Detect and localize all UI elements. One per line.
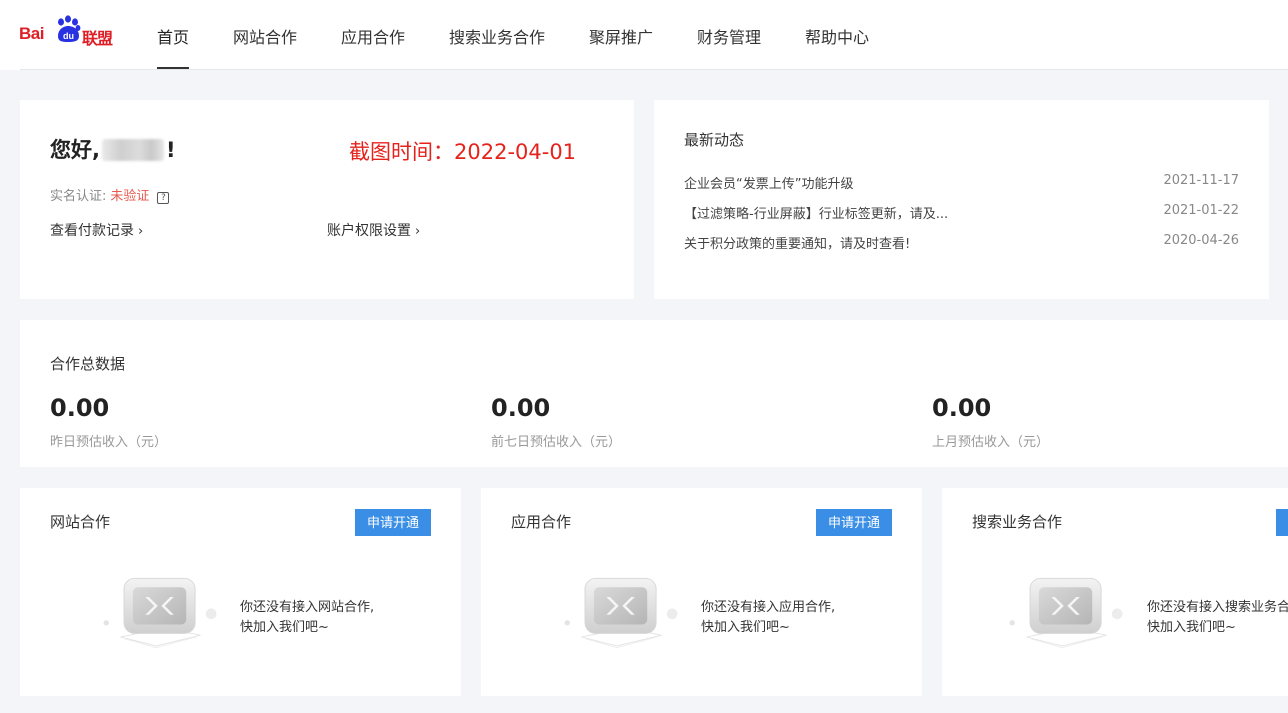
nav-item-home[interactable]: 首页	[157, 24, 189, 48]
empty-state-text: 你还没有接入应用合作, 快加入我们吧~	[701, 598, 835, 638]
logo-paw-text: du	[63, 31, 74, 41]
nav-item-search-cooperation[interactable]: 搜索业务合作	[449, 24, 545, 48]
apply-website-cooperation-button[interactable]: 申请开通	[355, 509, 431, 536]
payment-records-label: 查看付款记录	[50, 223, 134, 239]
news-item[interactable]: 【过滤策略-行业屏蔽】行业标签更新，请及... 2021-01-22	[684, 203, 1239, 222]
last-month-income-label: 上月预估收入（元）	[932, 435, 1050, 450]
chevron-right-icon: ›	[138, 224, 144, 239]
last7days-income-label: 前七日预估收入（元）	[491, 435, 622, 450]
logo-text: Bai	[19, 24, 44, 43]
account-permission-label: 账户权限设置	[327, 223, 411, 239]
verification-status: 实名认证: 未验证?	[50, 185, 170, 204]
yesterday-income-label: 昨日预估收入（元）	[50, 435, 168, 450]
nav-divider	[20, 69, 1288, 70]
verify-status-value[interactable]: 未验证	[110, 189, 149, 204]
empty-state-line1: 你还没有接入网站合作,	[240, 600, 375, 615]
top-navigation-bar: Bai du 联盟 首页 网站合作 应用合作 搜索业务合作 聚屏推广 财务管理 …	[0, 0, 1288, 70]
news-title: 最新动态	[684, 131, 745, 149]
website-cooperation-card: 网站合作 申请开通 你还没有接入网站合作, 快加入我们吧~	[20, 488, 461, 696]
nav-item-finance[interactable]: 财务管理	[697, 24, 761, 48]
nav-item-help-center[interactable]: 帮助中心	[805, 24, 869, 48]
greeting-suffix: !	[165, 138, 176, 162]
news-item-date: 2020-04-26	[1163, 233, 1239, 248]
last7days-income-value: 0.00	[491, 394, 551, 422]
empty-state-tv-icon	[564, 577, 678, 649]
yesterday-income-value: 0.00	[50, 394, 110, 422]
nav-item-app-cooperation[interactable]: 应用合作	[341, 24, 405, 48]
latest-news-card: 最新动态 企业会员“发票上传”功能升级 2021-11-17 【过滤策略-行业屏…	[654, 100, 1269, 299]
total-data-card: 合作总数据 0.00 昨日预估收入（元） 0.00 前七日预估收入（元） 0.0…	[20, 320, 1288, 467]
news-item-date: 2021-11-17	[1163, 173, 1239, 188]
app-cooperation-card: 应用合作 申请开通 你还没有接入应用合作, 快加入我们吧~	[481, 488, 922, 696]
help-icon[interactable]: ?	[157, 192, 170, 204]
news-item[interactable]: 企业会员“发票上传”功能升级 2021-11-17	[684, 173, 1239, 192]
news-item-date: 2021-01-22	[1163, 203, 1239, 218]
welcome-card: 您好,! 截图时间：2022-04-01 实名认证: 未验证? 查看付款记录 › 账…	[20, 100, 634, 299]
chevron-right-icon: ›	[415, 224, 421, 239]
account-permission-link[interactable]: 账户权限设置 ›	[327, 220, 420, 240]
apply-search-cooperation-button[interactable]: 申请开通	[1276, 509, 1288, 536]
news-item-title: 关于积分政策的重要通知，请及时查看!	[684, 237, 911, 252]
nav-item-website-cooperation[interactable]: 网站合作	[233, 24, 297, 48]
news-item-title: 【过滤策略-行业屏蔽】行业标签更新，请及...	[684, 207, 949, 222]
news-item-title: 企业会员“发票上传”功能升级	[684, 177, 854, 192]
empty-state-line2: 快加入我们吧~	[240, 620, 329, 635]
empty-state-text: 你还没有接入搜索业务合作, 快加入我们吧~	[1147, 598, 1288, 638]
logo-suffix: 联盟	[82, 29, 113, 48]
paw-icon: du	[58, 15, 81, 42]
empty-state-line1: 你还没有接入应用合作,	[701, 600, 836, 615]
nav-item-screen-promotion[interactable]: 聚屏推广	[589, 24, 653, 48]
total-data-title: 合作总数据	[50, 355, 126, 373]
news-item[interactable]: 关于积分政策的重要通知，请及时查看! 2020-04-26	[684, 233, 1239, 252]
empty-state-text: 你还没有接入网站合作, 快加入我们吧~	[240, 598, 374, 638]
search-cooperation-card: 搜索业务合作 申请开通 你还没有接入搜索业务合作, 快加入我们吧~	[942, 488, 1288, 696]
empty-state-tv-icon	[103, 577, 217, 649]
app-cooperation-title: 应用合作	[511, 513, 572, 531]
search-cooperation-title: 搜索业务合作	[972, 513, 1063, 531]
empty-state-line2: 快加入我们吧~	[1147, 620, 1236, 635]
empty-state-line1: 你还没有接入搜索业务合作,	[1147, 600, 1288, 615]
verify-label: 实名认证:	[50, 189, 107, 204]
screenshot-time-annotation: 截图时间：2022-04-01	[349, 140, 577, 164]
empty-state-tv-icon	[1009, 577, 1123, 649]
payment-records-link[interactable]: 查看付款记录 ›	[50, 220, 143, 240]
empty-state-line2: 快加入我们吧~	[701, 620, 790, 635]
greeting-prefix: 您好,	[50, 138, 100, 162]
blurred-username	[101, 139, 164, 161]
apply-app-cooperation-button[interactable]: 申请开通	[816, 509, 892, 536]
website-cooperation-title: 网站合作	[50, 513, 111, 531]
baidu-union-logo[interactable]: Bai du 联盟	[19, 14, 119, 48]
last-month-income-value: 0.00	[932, 394, 992, 422]
greeting: 您好,!	[50, 134, 176, 164]
